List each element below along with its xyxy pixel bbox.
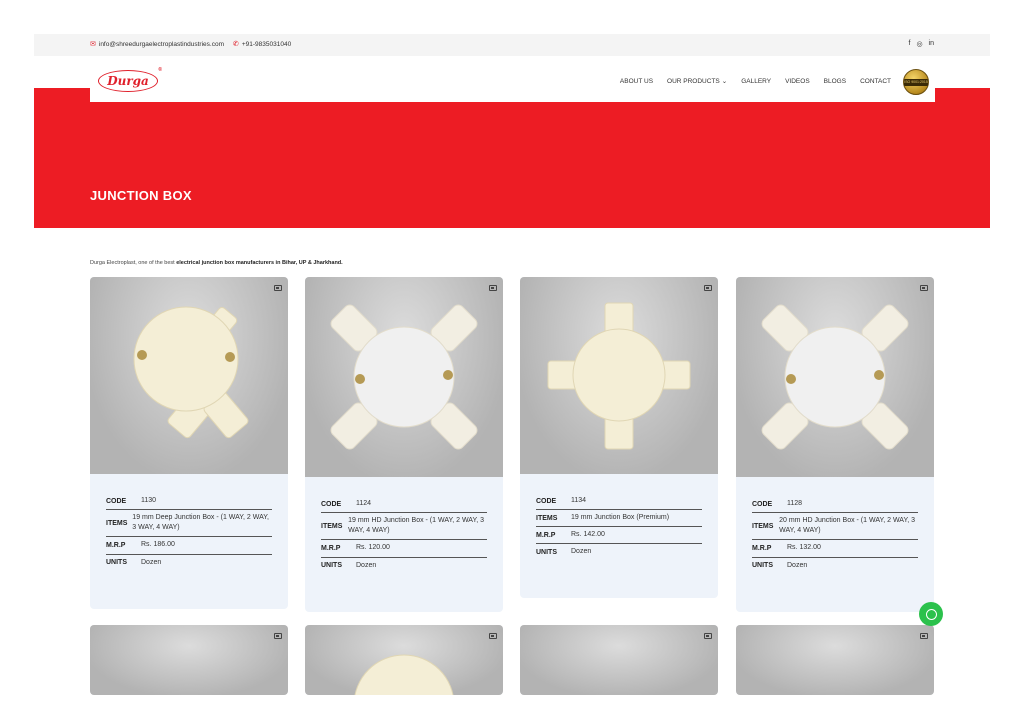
- intro-text: Durga Electroplast, one of the best elec…: [90, 260, 343, 266]
- items-value: 20 mm HD Junction Box - (1 WAY, 2 WAY, 3…: [779, 517, 916, 535]
- product-image[interactable]: [305, 277, 503, 477]
- gallery-icon[interactable]: [274, 633, 282, 639]
- nav-our-products-label: OUR PRODUCTS: [667, 77, 720, 85]
- mrp-value: Rs. 132.00: [787, 544, 821, 552]
- nav-about-us[interactable]: ABOUT US: [620, 77, 653, 85]
- top-contact-bar: ✉ info@shreedurgaelectroplastindustries.…: [34, 34, 990, 56]
- product-card[interactable]: CODE 1124 ITEMS 19 mm HD Junction Box - (1…: [305, 277, 503, 612]
- product-specs: CODE 1124 ITEMS 19 mm HD Junction Box - (1…: [321, 496, 487, 574]
- envelope-icon: ✉: [90, 41, 96, 48]
- junction-box-illustration: [330, 304, 478, 450]
- product-card[interactable]: CODE 1130 ITEMS 19 mm Deep Junction Box - …: [90, 277, 288, 609]
- nav-videos[interactable]: VIDEOS: [785, 77, 810, 85]
- registered-mark: ®: [158, 67, 162, 73]
- product-specs: CODE 1128 ITEMS 20 mm HD Junction Box - (1…: [752, 496, 918, 574]
- main-navbar: Durga ® ABOUT US OUR PRODUCTS ⌄ GALLERY …: [90, 62, 935, 102]
- code-label: CODE: [321, 500, 342, 508]
- mrp-value: Rs. 142.00: [571, 531, 605, 539]
- product-card[interactable]: [305, 625, 503, 695]
- product-specs: CODE 1130 ITEMS 19 mm Deep Junction Box - …: [106, 493, 272, 571]
- mrp-label: M.R.P: [106, 541, 126, 549]
- nav-blogs[interactable]: BLOGS: [824, 77, 846, 85]
- code-value: 1128: [787, 500, 803, 507]
- items-label: ITEMS: [321, 522, 343, 530]
- product-card[interactable]: [90, 625, 288, 695]
- product-card[interactable]: [736, 625, 934, 695]
- social-links: f ◎ in: [908, 40, 934, 48]
- product-image[interactable]: [520, 277, 718, 474]
- junction-box-illustration: [354, 654, 454, 695]
- mrp-label: M.R.P: [536, 531, 556, 539]
- product-image[interactable]: [736, 277, 934, 477]
- junction-box-illustration: [133, 306, 249, 439]
- linkedin-icon[interactable]: in: [929, 40, 934, 48]
- code-value: 1130: [141, 497, 157, 504]
- nav-gallery[interactable]: GALLERY: [741, 77, 771, 85]
- nav-contact[interactable]: CONTACT: [860, 77, 891, 85]
- phone-link[interactable]: +91-9835031040: [242, 41, 291, 48]
- items-label: ITEMS: [752, 522, 774, 530]
- product-card[interactable]: [520, 625, 718, 695]
- chevron-down-icon: ⌄: [721, 78, 728, 85]
- whatsapp-button[interactable]: [919, 602, 943, 626]
- whatsapp-icon: [925, 608, 937, 620]
- units-value: Dozen: [141, 558, 162, 566]
- junction-box-illustration: [547, 302, 691, 450]
- units-label: UNITS: [321, 562, 342, 570]
- durga-logo[interactable]: Durga ®: [98, 67, 162, 92]
- units-value: Dozen: [356, 561, 377, 569]
- product-image[interactable]: [90, 277, 288, 474]
- mrp-value: Rs. 186.00: [141, 541, 175, 549]
- contact-info: ✉ info@shreedurgaelectroplastindustries.…: [90, 40, 291, 49]
- items-value: 19 mm HD Junction Box - (1 WAY, 2 WAY, 3…: [348, 517, 485, 535]
- items-value: 19 mm Deep Junction Box - (1 WAY, 2 WAY,…: [132, 514, 269, 532]
- facebook-icon[interactable]: f: [908, 40, 910, 48]
- logo-text: Durga: [107, 74, 149, 88]
- phone-icon: ✆: [232, 41, 239, 48]
- instagram-icon[interactable]: ◎: [916, 40, 922, 48]
- email-link[interactable]: info@shreedurgaelectroplastindustries.co…: [99, 41, 224, 48]
- mrp-label: M.R.P: [752, 544, 772, 552]
- page-hero-banner: JUNCTION BOX: [34, 88, 990, 228]
- nav-our-products[interactable]: OUR PRODUCTS ⌄: [667, 77, 728, 86]
- iso-certification-badge: ISO 9001:2015: [903, 69, 929, 95]
- units-label: UNITS: [752, 562, 773, 570]
- nav-menu: ABOUT US OUR PRODUCTS ⌄ GALLERY VIDEOS B…: [620, 77, 891, 86]
- product-specs: CODE 1134 ITEMS 19 mm Junction Box (Premiu…: [536, 493, 702, 561]
- product-image[interactable]: [736, 625, 934, 695]
- product-image[interactable]: [305, 625, 503, 695]
- units-label: UNITS: [536, 548, 557, 556]
- items-label: ITEMS: [536, 514, 558, 522]
- mrp-value: Rs. 120.00: [356, 544, 390, 552]
- page-title: JUNCTION BOX: [90, 188, 192, 203]
- product-image[interactable]: [520, 625, 718, 695]
- junction-box-illustration: [761, 304, 909, 450]
- code-label: CODE: [536, 497, 557, 505]
- intro-prefix: Durga Electroplast, one of the best: [90, 260, 177, 266]
- product-card[interactable]: CODE 1128 ITEMS 20 mm HD Junction Box - (1…: [736, 277, 934, 612]
- items-label: ITEMS: [106, 519, 128, 527]
- product-image[interactable]: [90, 625, 288, 695]
- units-value: Dozen: [571, 548, 592, 556]
- gallery-icon[interactable]: [920, 633, 928, 639]
- product-card[interactable]: CODE 1134 ITEMS 19 mm Junction Box (Premiu…: [520, 277, 718, 598]
- gallery-icon[interactable]: [704, 633, 712, 639]
- units-value: Dozen: [787, 561, 808, 569]
- units-label: UNITS: [106, 559, 127, 567]
- items-value: 19 mm Junction Box (Premium): [571, 514, 670, 522]
- code-label: CODE: [106, 497, 127, 505]
- intro-highlight: electrical junction box manufacturers in…: [176, 260, 343, 266]
- mrp-label: M.R.P: [321, 544, 341, 552]
- badge-text: ISO 9001:2015: [904, 78, 928, 86]
- code-label: CODE: [752, 500, 773, 508]
- code-value: 1124: [356, 500, 372, 507]
- code-value: 1134: [571, 497, 587, 504]
